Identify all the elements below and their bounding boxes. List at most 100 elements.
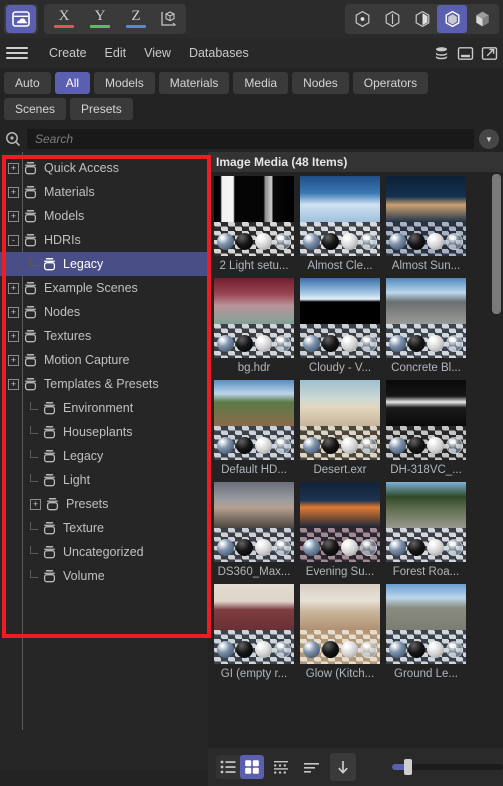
grid-item[interactable]: DH-318VC_...	[386, 380, 466, 478]
tree-expander-icon[interactable]: +	[8, 306, 19, 318]
dock-panel-icon[interactable]	[455, 43, 475, 63]
thumbnail-preview[interactable]	[386, 584, 466, 664]
tab-scenes[interactable]: Scenes	[4, 98, 67, 120]
grid-item[interactable]: Concrete Bl...	[386, 278, 466, 376]
thumbnail-preview[interactable]	[214, 278, 294, 358]
grid-scrollbar[interactable]	[492, 174, 501, 768]
thumbnail-preview[interactable]	[214, 584, 294, 664]
grid-scroll-area[interactable]: 2 Light setu... Almost Cle... Almost Sun..…	[208, 172, 491, 770]
sort-lines-icon[interactable]	[300, 755, 324, 779]
thumbnail-preview[interactable]	[386, 482, 466, 562]
wireframe-icon[interactable]	[377, 5, 407, 33]
tree-item-texture[interactable]: Texture	[0, 516, 208, 540]
axis-button-z[interactable]: Z	[118, 5, 154, 33]
tab-presets[interactable]: Presets	[70, 98, 133, 120]
tree-item-materials[interactable]: + Materials	[0, 180, 208, 204]
tree-expander-icon[interactable]: -	[8, 234, 19, 246]
tree-item-uncategorized[interactable]: Uncategorized	[0, 540, 208, 564]
tree-item-environment[interactable]: Environment	[0, 396, 208, 420]
thumbnail-preview[interactable]	[386, 278, 466, 358]
thumbnail-preview[interactable]	[300, 176, 380, 256]
axis-gizmo-icon[interactable]	[154, 5, 184, 33]
grid-item[interactable]: Almost Cle...	[300, 176, 380, 274]
tree-item-textures[interactable]: + Textures	[0, 324, 208, 348]
hamburger-icon[interactable]	[6, 47, 28, 59]
grid-item[interactable]: 2 Light setu...	[214, 176, 294, 274]
thumbnail-preview[interactable]	[214, 380, 294, 460]
list-view-icon[interactable]	[216, 755, 240, 779]
grid-item[interactable]: DS360_Max...	[214, 482, 294, 580]
textured-shade-icon[interactable]	[467, 5, 497, 33]
tree-expander-icon[interactable]: +	[8, 282, 19, 294]
thumbnail-preview[interactable]	[386, 380, 466, 460]
thumbnail-preview[interactable]	[300, 278, 380, 358]
tab-auto[interactable]: Auto	[4, 72, 51, 94]
tree-item-quick-access[interactable]: + Quick Access	[0, 156, 208, 180]
grid-item[interactable]: Ground Le...	[386, 584, 466, 682]
tree-expander-icon[interactable]: +	[8, 162, 19, 174]
tab-media[interactable]: Media	[233, 72, 289, 94]
tree-expander-icon[interactable]: +	[8, 330, 19, 342]
smooth-shade-icon[interactable]	[437, 5, 467, 33]
tree-expander-icon[interactable]: +	[8, 354, 19, 366]
database-stack-icon[interactable]	[431, 43, 451, 63]
menu-databases[interactable]: Databases	[180, 46, 258, 60]
tree-expander-icon[interactable]: +	[8, 186, 19, 198]
tree-item-legacy[interactable]: Legacy	[0, 252, 208, 276]
tab-all[interactable]: All	[54, 72, 91, 94]
download-arrow-icon[interactable]	[330, 753, 356, 781]
thumbnail-preview[interactable]	[214, 176, 294, 256]
grid-item[interactable]: bg.hdr	[214, 278, 294, 376]
grid-item[interactable]: Forest Roa...	[386, 482, 466, 580]
database-tree[interactable]: + Quick Access + Materials + Models - HDRIs Lega…	[0, 152, 208, 770]
menu-view[interactable]: View	[135, 46, 180, 60]
tree-item-volume[interactable]: Volume	[0, 564, 208, 588]
grid-item[interactable]: GI (empty r...	[214, 584, 294, 682]
tree-expander-icon[interactable]: +	[8, 378, 19, 390]
grid-item[interactable]: Almost Sun...	[386, 176, 466, 274]
tree-item-motion-capture[interactable]: + Motion Capture	[0, 348, 208, 372]
tree-item-example-scenes[interactable]: + Example Scenes	[0, 276, 208, 300]
tab-nodes[interactable]: Nodes	[292, 72, 349, 94]
detail-columns-icon[interactable]	[270, 755, 294, 779]
tree-item-light[interactable]: Light	[0, 468, 208, 492]
grid-scrollbar-thumb[interactable]	[492, 174, 501, 314]
grid-item[interactable]: Default HD...	[214, 380, 294, 478]
search-icon[interactable]	[4, 130, 22, 148]
flat-shade-icon[interactable]	[407, 5, 437, 33]
thumbnail-preview[interactable]	[300, 584, 380, 664]
archive-home-icon[interactable]	[6, 5, 36, 33]
thumbnail-preview[interactable]	[300, 482, 380, 562]
grid-item[interactable]: Desert.exr	[300, 380, 380, 478]
tab-models[interactable]: Models	[94, 72, 155, 94]
tree-item-presets[interactable]: + Presets	[0, 492, 208, 516]
menu-create[interactable]: Create	[40, 46, 96, 60]
grid-item[interactable]: Glow (Kitch...	[300, 584, 380, 682]
pop-out-icon[interactable]	[479, 43, 499, 63]
point-cloud-icon[interactable]	[347, 5, 377, 33]
thumbnail-preview[interactable]	[386, 176, 466, 256]
thumbnail-preview[interactable]	[300, 380, 380, 460]
tab-operators[interactable]: Operators	[352, 72, 429, 94]
thumbnail-preview[interactable]	[214, 482, 294, 562]
tree-item-hdris[interactable]: - HDRIs	[0, 228, 208, 252]
black-sphere	[322, 539, 339, 556]
chevron-down-icon[interactable]: ▼	[479, 129, 499, 149]
tree-item-templates-presets[interactable]: + Templates & Presets	[0, 372, 208, 396]
slider-knob[interactable]	[404, 759, 412, 775]
menu-edit[interactable]: Edit	[96, 46, 136, 60]
thumbnail-size-slider[interactable]	[392, 759, 503, 775]
tree-item-houseplants[interactable]: Houseplants	[0, 420, 208, 444]
tree-expander-icon[interactable]: +	[8, 210, 19, 222]
tree-item-models[interactable]: + Models	[0, 204, 208, 228]
tab-materials[interactable]: Materials	[158, 72, 230, 94]
grid-item[interactable]: Evening Su...	[300, 482, 380, 580]
search-input[interactable]: Search	[27, 129, 474, 149]
grid-item[interactable]: Cloudy - V...	[300, 278, 380, 376]
tree-item-legacy[interactable]: Legacy	[0, 444, 208, 468]
tree-item-nodes[interactable]: + Nodes	[0, 300, 208, 324]
grid-view-icon[interactable]	[240, 755, 264, 779]
axis-button-x[interactable]: X	[46, 5, 82, 33]
tree-expander-icon[interactable]: +	[30, 498, 41, 510]
axis-button-y[interactable]: Y	[82, 5, 118, 33]
